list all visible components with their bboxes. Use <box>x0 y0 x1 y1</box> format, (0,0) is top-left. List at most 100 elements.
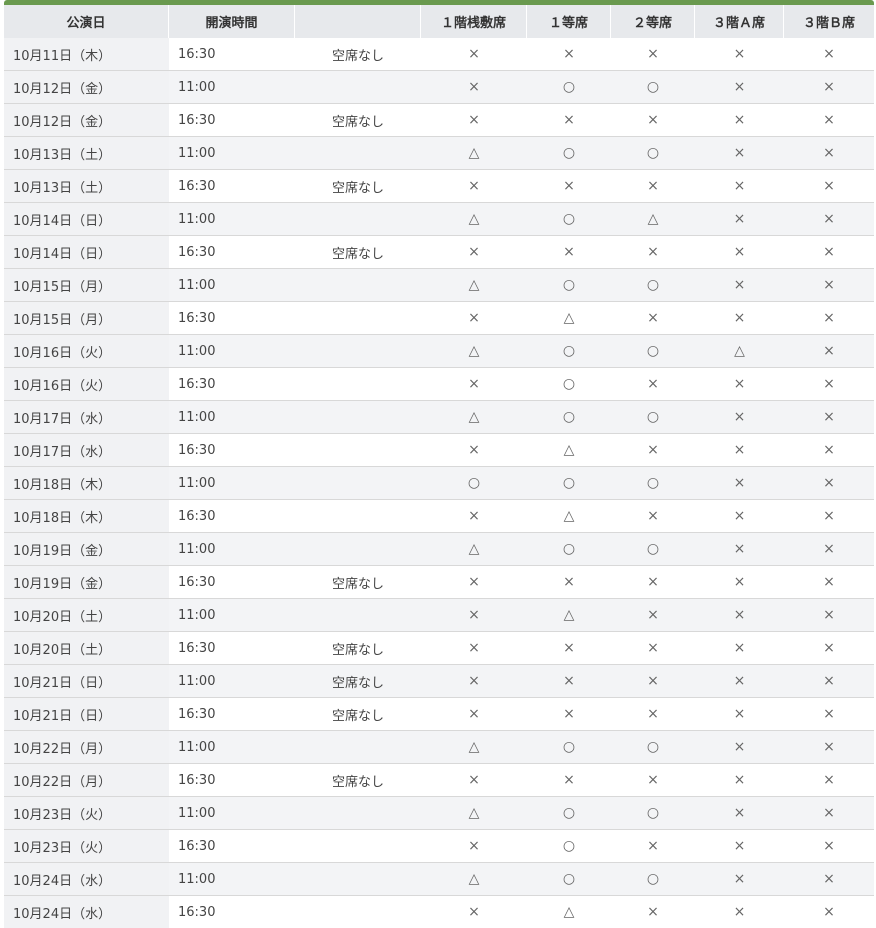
seat-3f-a-status: × <box>695 829 784 862</box>
availability-note: 空席なし <box>295 631 421 664</box>
seat-1f-box-status: × <box>421 169 527 202</box>
start-time: 11:00 <box>169 136 295 169</box>
seat-3f-b-status: × <box>784 862 874 895</box>
table-row: 10月16日（火） 16:30 × ○ × × × <box>4 367 874 400</box>
seat-class-2-status: ○ <box>611 136 695 169</box>
table-row: 10月12日（金） 11:00 × ○ ○ × × <box>4 70 874 103</box>
header-seat-class-2: ２等席 <box>611 5 695 38</box>
seat-1f-box-status: △ <box>421 334 527 367</box>
seat-3f-a-status: × <box>695 862 784 895</box>
seat-1f-box-status: △ <box>421 862 527 895</box>
seat-3f-a-status: × <box>695 301 784 334</box>
table-row: 10月24日（水） 11:00 △ ○ ○ × × <box>4 862 874 895</box>
seat-class-2-status: ○ <box>611 70 695 103</box>
seat-class-1-status: × <box>527 763 611 796</box>
seat-3f-b-status: × <box>784 532 874 565</box>
seat-3f-a-status: × <box>695 235 784 268</box>
seat-3f-a-status: × <box>695 169 784 202</box>
seat-3f-b-status: × <box>784 664 874 697</box>
start-time: 16:30 <box>169 38 295 70</box>
seat-3f-b-status: × <box>784 334 874 367</box>
table-row: 10月13日（土） 11:00 △ ○ ○ × × <box>4 136 874 169</box>
table-row: 10月23日（火） 16:30 × ○ × × × <box>4 829 874 862</box>
table-row: 10月22日（月） 11:00 △ ○ ○ × × <box>4 730 874 763</box>
seat-1f-box-status: × <box>421 103 527 136</box>
seat-3f-b-status: × <box>784 70 874 103</box>
seat-class-1-status: △ <box>527 433 611 466</box>
start-time: 16:30 <box>169 169 295 202</box>
table-row: 10月15日（月） 16:30 × △ × × × <box>4 301 874 334</box>
seat-1f-box-status: × <box>421 433 527 466</box>
availability-note: 空席なし <box>295 664 421 697</box>
seat-3f-b-status: × <box>784 202 874 235</box>
header-start-time: 開演時間 <box>169 5 295 38</box>
seat-class-1-status: ○ <box>527 268 611 301</box>
seat-class-1-status: ○ <box>527 466 611 499</box>
start-time: 16:30 <box>169 433 295 466</box>
seat-3f-b-status: × <box>784 697 874 730</box>
seat-1f-box-status: × <box>421 367 527 400</box>
seat-1f-box-status: × <box>421 697 527 730</box>
performance-date: 10月17日（水） <box>4 433 169 466</box>
seat-3f-a-status: × <box>695 697 784 730</box>
seat-3f-b-status: × <box>784 400 874 433</box>
seat-3f-b-status: × <box>784 103 874 136</box>
header-seat-3f-b: ３階Ｂ席 <box>784 5 874 38</box>
performance-date: 10月21日（日） <box>4 697 169 730</box>
seat-3f-b-status: × <box>784 796 874 829</box>
header-seat-3f-a: ３階Ａ席 <box>695 5 784 38</box>
table-row: 10月21日（日） 16:30 空席なし × × × × × <box>4 697 874 730</box>
seat-3f-a-status: × <box>695 268 784 301</box>
performance-date: 10月13日（土） <box>4 136 169 169</box>
table-row: 10月22日（月） 16:30 空席なし × × × × × <box>4 763 874 796</box>
seat-class-2-status: × <box>611 367 695 400</box>
availability-note: 空席なし <box>295 697 421 730</box>
seat-class-2-status: × <box>611 499 695 532</box>
seat-class-1-status: × <box>527 103 611 136</box>
seat-class-2-status: × <box>611 301 695 334</box>
header-date: 公演日 <box>4 5 169 38</box>
seat-class-2-status: × <box>611 433 695 466</box>
seat-3f-b-status: × <box>784 565 874 598</box>
seat-3f-b-status: × <box>784 829 874 862</box>
availability-note <box>295 400 421 433</box>
seat-1f-box-status: △ <box>421 136 527 169</box>
seat-class-1-status: × <box>527 631 611 664</box>
start-time: 11:00 <box>169 268 295 301</box>
performance-date: 10月19日（金） <box>4 565 169 598</box>
seat-class-1-status: ○ <box>527 829 611 862</box>
seat-class-2-status: × <box>611 598 695 631</box>
table-row: 10月18日（木） 16:30 × △ × × × <box>4 499 874 532</box>
seat-class-1-status: × <box>527 664 611 697</box>
availability-note <box>295 796 421 829</box>
seat-class-2-status: × <box>611 664 695 697</box>
seat-class-1-status: △ <box>527 895 611 928</box>
seat-class-2-status: ○ <box>611 796 695 829</box>
seat-class-1-status: ○ <box>527 202 611 235</box>
seat-class-1-status: ○ <box>527 400 611 433</box>
seat-class-1-status: × <box>527 38 611 70</box>
performance-date: 10月16日（火） <box>4 334 169 367</box>
availability-note: 空席なし <box>295 169 421 202</box>
seat-1f-box-status: × <box>421 664 527 697</box>
start-time: 11:00 <box>169 70 295 103</box>
start-time: 11:00 <box>169 400 295 433</box>
seat-3f-a-status: × <box>695 367 784 400</box>
performance-date: 10月23日（火） <box>4 829 169 862</box>
seat-1f-box-status: × <box>421 38 527 70</box>
seat-1f-box-status: × <box>421 763 527 796</box>
seat-3f-b-status: × <box>784 730 874 763</box>
seat-1f-box-status: × <box>421 235 527 268</box>
seat-class-2-status: ○ <box>611 532 695 565</box>
performance-date: 10月17日（水） <box>4 400 169 433</box>
availability-note <box>295 70 421 103</box>
seat-3f-a-status: × <box>695 466 784 499</box>
performance-date: 10月16日（火） <box>4 367 169 400</box>
performance-date: 10月24日（水） <box>4 895 169 928</box>
availability-note <box>295 598 421 631</box>
availability-note <box>295 202 421 235</box>
header-seat-class-1: １等席 <box>527 5 611 38</box>
availability-note: 空席なし <box>295 235 421 268</box>
seat-3f-b-status: × <box>784 235 874 268</box>
seat-class-1-status: ○ <box>527 796 611 829</box>
